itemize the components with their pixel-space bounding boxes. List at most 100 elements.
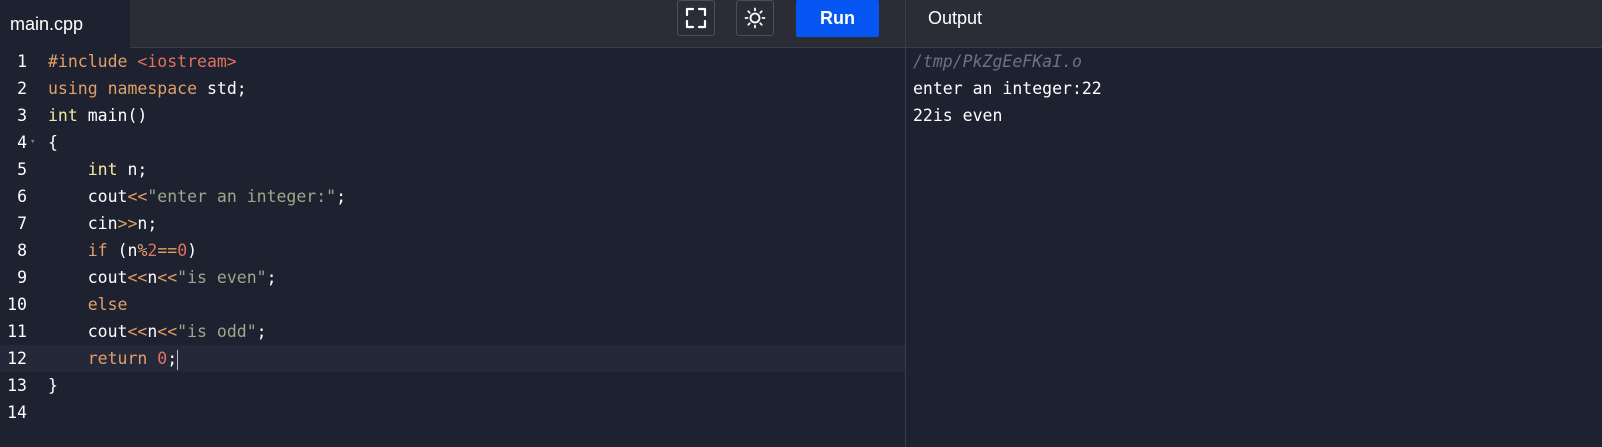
code-token: cin <box>48 214 118 233</box>
fullscreen-button[interactable] <box>677 0 715 36</box>
code-text: { <box>48 129 58 156</box>
code-token: "enter an integer:" <box>147 187 337 206</box>
sun-icon <box>744 7 766 29</box>
code-line[interactable]: 8 if (n%2==0) <box>0 237 905 264</box>
code-token: << <box>157 322 178 341</box>
output-path: /tmp/PkZgEeFKaI.o <box>913 52 1082 71</box>
code-line[interactable]: 11 cout<<n<<"is odd"; <box>0 318 905 345</box>
code-token: 0 <box>177 241 188 260</box>
run-button-label: Run <box>820 8 855 28</box>
line-number: 10 <box>7 295 27 314</box>
code-line[interactable]: 13} <box>0 372 905 399</box>
code-token: #include <box>48 52 138 71</box>
line-number: 8 <box>17 241 27 260</box>
code-text: if (n%2==0) <box>48 237 197 264</box>
code-text: int main() <box>48 102 147 129</box>
line-number: 6 <box>17 187 27 206</box>
code-line[interactable]: 2 using namespace std; <box>0 75 905 102</box>
code-token: << <box>157 268 178 287</box>
code-text: cout<<"enter an integer:"; <box>48 183 346 210</box>
line-number: 4 <box>17 133 27 152</box>
output-header: Output <box>906 0 1602 48</box>
code-line[interactable]: 5 int n; <box>0 156 905 183</box>
code-token: <iostream> <box>137 52 237 71</box>
code-text: using namespace std; <box>48 75 247 102</box>
text-cursor <box>177 349 179 370</box>
code-token: { <box>48 133 58 152</box>
editor-toolbar: main.cpp Run <box>0 0 906 48</box>
code-token: using <box>48 79 108 98</box>
code-editor[interactable]: 1 #include <iostream> 2 using namespace std… <box>0 48 905 447</box>
code-line[interactable]: 14 <box>0 399 905 426</box>
line-number: 2 <box>17 79 27 98</box>
code-token: int <box>48 106 88 125</box>
code-text: int n; <box>48 156 148 183</box>
code-line[interactable]: 6 cout<<"enter an integer:"; <box>0 183 905 210</box>
code-token: n; <box>127 160 148 179</box>
code-token: == <box>157 241 178 260</box>
file-tab-label: main.cpp <box>10 13 84 34</box>
code-token: "is even" <box>177 268 267 287</box>
editor-app: main.cpp Run Output 1 #include <iostream… <box>0 0 1602 447</box>
output-line: 22is even <box>913 106 1003 125</box>
code-token: ; <box>167 349 178 368</box>
code-token: if <box>87 241 118 260</box>
code-token: cout <box>48 187 128 206</box>
code-token: n; <box>137 214 158 233</box>
code-line[interactable]: 3 int main() <box>0 102 905 129</box>
line-number: 7 <box>17 214 27 233</box>
code-token: ; <box>336 187 347 206</box>
code-token: "is odd" <box>177 322 257 341</box>
code-token: n <box>147 268 158 287</box>
code-text: } <box>48 372 58 399</box>
code-token: 0 <box>157 349 168 368</box>
code-token: } <box>48 376 58 395</box>
line-number: 1 <box>17 52 27 71</box>
code-token: (n <box>117 241 138 260</box>
output-title: Output <box>928 7 983 28</box>
code-text: cout<<n<<"is even"; <box>48 264 277 291</box>
code-line[interactable]: 9 cout<<n<<"is even"; <box>0 264 905 291</box>
code-token: ) <box>187 241 198 260</box>
theme-toggle-button[interactable] <box>736 0 774 36</box>
code-token: n <box>147 322 158 341</box>
code-token: else <box>87 295 128 314</box>
line-number: 5 <box>17 160 27 179</box>
code-token: cout <box>48 322 128 341</box>
code-token: << <box>127 322 148 341</box>
code-token: std; <box>206 79 247 98</box>
line-number: 3 <box>17 106 27 125</box>
code-token: ; <box>256 322 267 341</box>
fullscreen-icon <box>685 7 707 29</box>
line-number: 9 <box>17 268 27 287</box>
code-line[interactable]: 12 return 0; <box>0 345 905 372</box>
code-text: cin>>n; <box>48 210 158 237</box>
code-text: cout<<n<<"is odd"; <box>48 318 267 345</box>
run-button[interactable]: Run <box>796 0 879 37</box>
code-line[interactable]: 7 cin>>n; <box>0 210 905 237</box>
code-line[interactable]: 1 #include <iostream> <box>0 48 905 75</box>
line-number: 11 <box>7 322 27 341</box>
code-token: 2 <box>147 241 158 260</box>
code-token: ; <box>266 268 277 287</box>
code-line[interactable]: 10 else <box>0 291 905 318</box>
line-number: 13 <box>7 376 27 395</box>
code-token: cout <box>48 268 128 287</box>
code-token: namespace <box>107 79 207 98</box>
code-token: int <box>87 160 128 179</box>
line-number: 12 <box>7 349 27 368</box>
code-text: else <box>48 291 128 318</box>
code-text: return 0; <box>48 345 179 372</box>
code-token: << <box>127 268 148 287</box>
fold-caret-icon[interactable]: ▾ <box>30 129 35 156</box>
code-token: return <box>87 349 158 368</box>
code-line[interactable]: 4 ▾ { <box>0 129 905 156</box>
code-token: >> <box>117 214 138 233</box>
output-line: enter an integer:22 <box>913 79 1102 98</box>
file-tab[interactable]: main.cpp <box>0 0 130 48</box>
code-text: #include <iostream> <box>48 48 237 75</box>
